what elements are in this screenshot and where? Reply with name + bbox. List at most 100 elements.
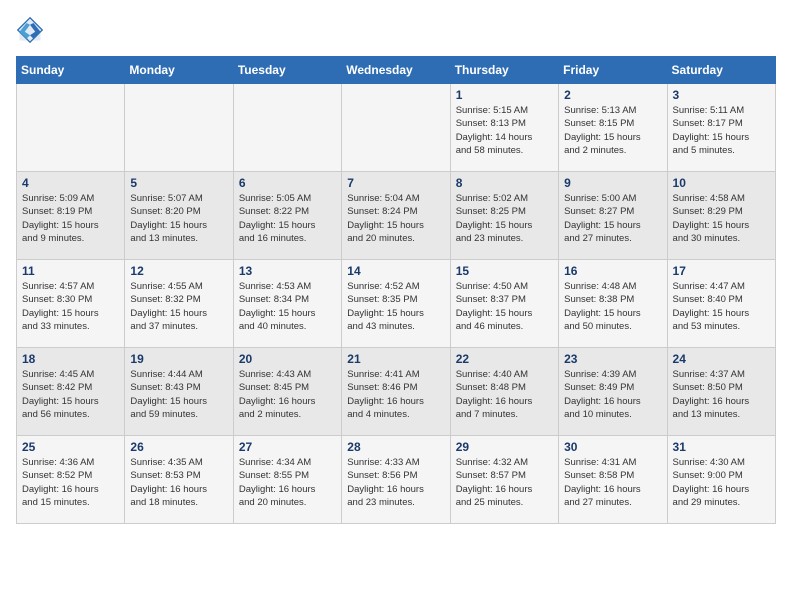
day-info: Sunrise: 4:31 AM Sunset: 8:58 PM Dayligh… <box>564 456 661 509</box>
day-number: 19 <box>130 352 227 366</box>
day-info: Sunrise: 4:50 AM Sunset: 8:37 PM Dayligh… <box>456 280 553 333</box>
day-number: 18 <box>22 352 119 366</box>
day-info: Sunrise: 4:55 AM Sunset: 8:32 PM Dayligh… <box>130 280 227 333</box>
day-cell-21: 21Sunrise: 4:41 AM Sunset: 8:46 PM Dayli… <box>342 348 450 436</box>
weekday-header-wednesday: Wednesday <box>342 57 450 84</box>
day-number: 28 <box>347 440 444 454</box>
weekday-header-thursday: Thursday <box>450 57 558 84</box>
day-cell-24: 24 Sunrise: 4:37 AM Sunset: 8:50 PM Dayli… <box>667 348 775 436</box>
day-number: 10 <box>673 176 770 190</box>
day-cell-2: 2 Sunrise: 5:13 AM Sunset: 8:15 PM Daylig… <box>559 84 667 172</box>
logo-icon <box>16 16 44 44</box>
day-cell-26: 26 Sunrise: 4:35 AM Sunset: 8:53 PM Dayli… <box>125 436 233 524</box>
day-cell-4: 4 Sunrise: 5:09 AM Sunset: 8:19 PM Daylig… <box>17 172 125 260</box>
day-number: 11 <box>22 264 119 278</box>
day-number: 22 <box>456 352 553 366</box>
weekday-header-monday: Monday <box>125 57 233 84</box>
day-info: Sunrise: 4:52 AM Sunset: 8:35 PM Dayligh… <box>347 280 444 333</box>
day-number: 5 <box>130 176 227 190</box>
day-info: Sunrise: 5:15 AM Sunset: 8:13 PM Dayligh… <box>456 104 553 157</box>
day-info: Sunrise: 4:45 AM Sunset: 8:42 PM Dayligh… <box>22 368 119 421</box>
day-cell-7: 7 Sunrise: 5:04 AM Sunset: 8:24 PM Daylig… <box>342 172 450 260</box>
weekday-header-friday: Friday <box>559 57 667 84</box>
day-number: 7 <box>347 176 444 190</box>
day-number: 16 <box>564 264 661 278</box>
page-header <box>16 16 776 44</box>
day-number: 30 <box>564 440 661 454</box>
day-cell-5: 5Sunrise: 5:07 AM Sunset: 8:20 PM Daylig… <box>125 172 233 260</box>
day-cell-27: 27 Sunrise: 4:34 AM Sunset: 8:55 PM Dayli… <box>233 436 341 524</box>
day-cell-19: 19 Sunrise: 4:44 AM Sunset: 8:43 PM Dayli… <box>125 348 233 436</box>
day-info: Sunrise: 5:09 AM Sunset: 8:19 PM Dayligh… <box>22 192 119 245</box>
day-cell-28: 28 Sunrise: 4:33 AM Sunset: 8:56 PM Dayli… <box>342 436 450 524</box>
day-info: Sunrise: 4:30 AM Sunset: 9:00 PM Dayligh… <box>673 456 770 509</box>
day-cell-17: 17 Sunrise: 4:47 AM Sunset: 8:40 PM Dayli… <box>667 260 775 348</box>
weekday-header-saturday: Saturday <box>667 57 775 84</box>
day-number: 14 <box>347 264 444 278</box>
day-number: 31 <box>673 440 770 454</box>
empty-cell <box>233 84 341 172</box>
day-cell-23: 23 Sunrise: 4:39 AM Sunset: 8:49 PM Dayli… <box>559 348 667 436</box>
day-cell-14: 14 Sunrise: 4:52 AM Sunset: 8:35 PM Dayli… <box>342 260 450 348</box>
day-info: Sunrise: 4:40 AM Sunset: 8:48 PM Dayligh… <box>456 368 553 421</box>
empty-cell <box>125 84 233 172</box>
calendar-table: SundayMondayTuesdayWednesdayThursdayFrid… <box>16 56 776 524</box>
day-cell-6: 6 Sunrise: 5:05 AM Sunset: 8:22 PM Daylig… <box>233 172 341 260</box>
day-cell-9: 9 Sunrise: 5:00 AM Sunset: 8:27 PM Daylig… <box>559 172 667 260</box>
day-number: 1 <box>456 88 553 102</box>
day-info: Sunrise: 4:41 AM Sunset: 8:46 PM Dayligh… <box>347 368 444 421</box>
day-cell-13: 13Sunrise: 4:53 AM Sunset: 8:34 PM Dayli… <box>233 260 341 348</box>
day-number: 27 <box>239 440 336 454</box>
week-row-3: 11 Sunrise: 4:57 AM Sunset: 8:30 PM Dayli… <box>17 260 776 348</box>
day-number: 4 <box>22 176 119 190</box>
day-cell-15: 15Sunrise: 4:50 AM Sunset: 8:37 PM Dayli… <box>450 260 558 348</box>
day-number: 29 <box>456 440 553 454</box>
day-number: 12 <box>130 264 227 278</box>
day-cell-22: 22 Sunrise: 4:40 AM Sunset: 8:48 PM Dayli… <box>450 348 558 436</box>
day-number: 9 <box>564 176 661 190</box>
day-info: Sunrise: 5:00 AM Sunset: 8:27 PM Dayligh… <box>564 192 661 245</box>
day-info: Sunrise: 4:53 AM Sunset: 8:34 PM Dayligh… <box>239 280 336 333</box>
day-info: Sunrise: 4:39 AM Sunset: 8:49 PM Dayligh… <box>564 368 661 421</box>
week-row-2: 4 Sunrise: 5:09 AM Sunset: 8:19 PM Daylig… <box>17 172 776 260</box>
day-info: Sunrise: 5:13 AM Sunset: 8:15 PM Dayligh… <box>564 104 661 157</box>
day-info: Sunrise: 4:34 AM Sunset: 8:55 PM Dayligh… <box>239 456 336 509</box>
day-cell-3: 3Sunrise: 5:11 AM Sunset: 8:17 PM Daylig… <box>667 84 775 172</box>
day-number: 24 <box>673 352 770 366</box>
day-info: Sunrise: 4:48 AM Sunset: 8:38 PM Dayligh… <box>564 280 661 333</box>
day-info: Sunrise: 4:33 AM Sunset: 8:56 PM Dayligh… <box>347 456 444 509</box>
day-info: Sunrise: 5:04 AM Sunset: 8:24 PM Dayligh… <box>347 192 444 245</box>
day-info: Sunrise: 4:37 AM Sunset: 8:50 PM Dayligh… <box>673 368 770 421</box>
day-info: Sunrise: 4:35 AM Sunset: 8:53 PM Dayligh… <box>130 456 227 509</box>
day-number: 26 <box>130 440 227 454</box>
day-cell-1: 1 Sunrise: 5:15 AM Sunset: 8:13 PM Daylig… <box>450 84 558 172</box>
day-cell-11: 11 Sunrise: 4:57 AM Sunset: 8:30 PM Dayli… <box>17 260 125 348</box>
day-info: Sunrise: 4:32 AM Sunset: 8:57 PM Dayligh… <box>456 456 553 509</box>
day-cell-18: 18 Sunrise: 4:45 AM Sunset: 8:42 PM Dayli… <box>17 348 125 436</box>
day-info: Sunrise: 4:43 AM Sunset: 8:45 PM Dayligh… <box>239 368 336 421</box>
day-info: Sunrise: 5:05 AM Sunset: 8:22 PM Dayligh… <box>239 192 336 245</box>
week-row-5: 25Sunrise: 4:36 AM Sunset: 8:52 PM Dayli… <box>17 436 776 524</box>
weekday-header-row: SundayMondayTuesdayWednesdayThursdayFrid… <box>17 57 776 84</box>
day-number: 17 <box>673 264 770 278</box>
day-info: Sunrise: 4:47 AM Sunset: 8:40 PM Dayligh… <box>673 280 770 333</box>
day-info: Sunrise: 4:58 AM Sunset: 8:29 PM Dayligh… <box>673 192 770 245</box>
day-cell-12: 12 Sunrise: 4:55 AM Sunset: 8:32 PM Dayli… <box>125 260 233 348</box>
day-number: 25 <box>22 440 119 454</box>
weekday-header-tuesday: Tuesday <box>233 57 341 84</box>
day-cell-29: 29 Sunrise: 4:32 AM Sunset: 8:57 PM Dayli… <box>450 436 558 524</box>
day-number: 20 <box>239 352 336 366</box>
day-number: 6 <box>239 176 336 190</box>
day-number: 2 <box>564 88 661 102</box>
day-cell-30: 30 Sunrise: 4:31 AM Sunset: 8:58 PM Dayli… <box>559 436 667 524</box>
day-info: Sunrise: 5:02 AM Sunset: 8:25 PM Dayligh… <box>456 192 553 245</box>
day-cell-25: 25Sunrise: 4:36 AM Sunset: 8:52 PM Dayli… <box>17 436 125 524</box>
day-info: Sunrise: 4:44 AM Sunset: 8:43 PM Dayligh… <box>130 368 227 421</box>
week-row-1: 1 Sunrise: 5:15 AM Sunset: 8:13 PM Daylig… <box>17 84 776 172</box>
week-row-4: 18 Sunrise: 4:45 AM Sunset: 8:42 PM Dayli… <box>17 348 776 436</box>
day-cell-10: 10 Sunrise: 4:58 AM Sunset: 8:29 PM Dayli… <box>667 172 775 260</box>
empty-cell <box>17 84 125 172</box>
day-info: Sunrise: 4:57 AM Sunset: 8:30 PM Dayligh… <box>22 280 119 333</box>
day-cell-31: 31 Sunrise: 4:30 AM Sunset: 9:00 PM Dayli… <box>667 436 775 524</box>
day-number: 23 <box>564 352 661 366</box>
